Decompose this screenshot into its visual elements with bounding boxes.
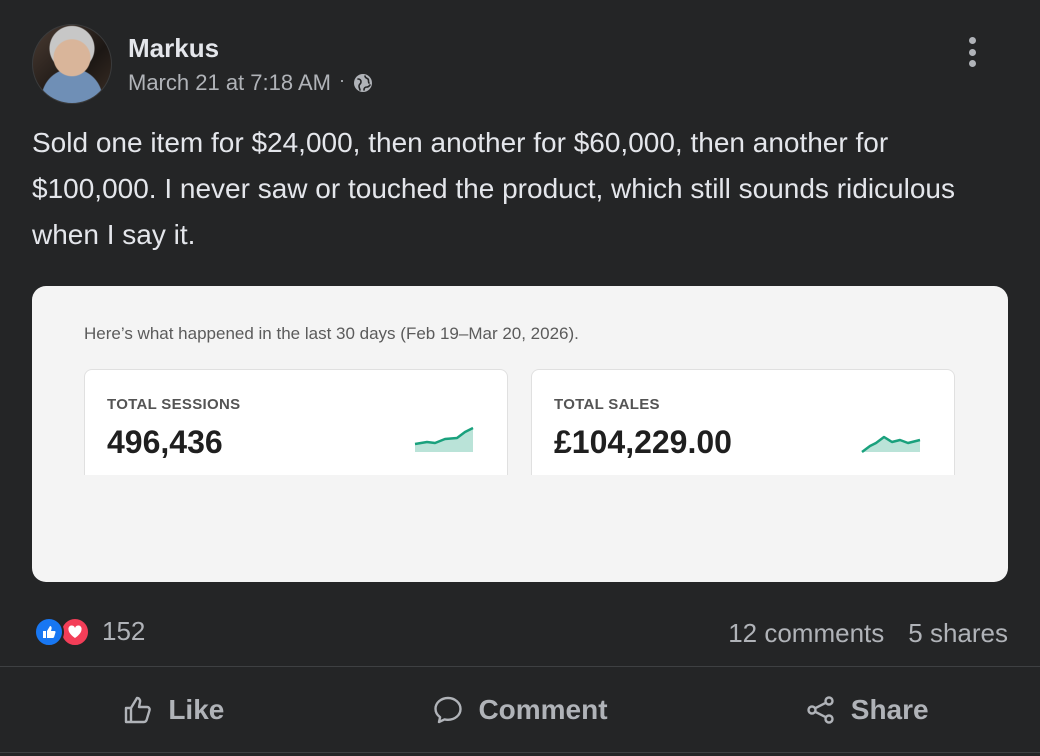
post-meta: March 21 at 7:18 AM · bbox=[128, 70, 373, 96]
like-button[interactable]: Like bbox=[0, 668, 347, 752]
more-dot bbox=[968, 48, 976, 56]
share-button[interactable]: Share bbox=[693, 668, 1040, 752]
total-sales-card: TOTAL SALES £104,229.00 bbox=[531, 369, 955, 475]
love-icon bbox=[60, 616, 90, 647]
sales-sparkline bbox=[861, 435, 921, 453]
share-icon bbox=[807, 696, 834, 724]
reaction-count: 152 bbox=[102, 616, 146, 646]
sessions-sparkline bbox=[414, 426, 474, 452]
more-dot bbox=[968, 60, 976, 67]
stat-label: TOTAL SALES bbox=[554, 396, 660, 413]
total-sessions-card: TOTAL SESSIONS 496,436 bbox=[84, 369, 508, 475]
more-options-button[interactable] bbox=[956, 34, 988, 70]
post-text: Sold one item for $24,000, then another … bbox=[32, 127, 955, 250]
thumbs-up-icon bbox=[125, 696, 152, 724]
like-label: Like bbox=[168, 694, 225, 725]
globe-icon[interactable] bbox=[353, 73, 373, 93]
shares-count-link[interactable]: 5 shares bbox=[908, 618, 1008, 649]
stat-value: 496,436 bbox=[107, 424, 223, 460]
engagement-counts: 12 comments 5 shares bbox=[728, 618, 1008, 649]
comment-button[interactable]: Comment bbox=[347, 668, 694, 752]
attached-screenshot[interactable]: Here’s what happened in the last 30 days… bbox=[32, 286, 1008, 582]
divider bbox=[0, 752, 1040, 753]
comments-count-link[interactable]: 12 comments bbox=[728, 618, 884, 649]
meta-separator: · bbox=[339, 69, 345, 90]
author-avatar[interactable] bbox=[32, 24, 112, 104]
stat-label: TOTAL SESSIONS bbox=[107, 396, 241, 413]
divider bbox=[0, 666, 1040, 667]
author-name[interactable]: Markus bbox=[128, 33, 219, 64]
comment-bubble-icon bbox=[434, 696, 463, 724]
action-bar: Like Comment Share bbox=[0, 668, 1040, 752]
comment-label: Comment bbox=[478, 694, 608, 725]
report-subtitle: Here’s what happened in the last 30 days… bbox=[84, 324, 579, 343]
share-label: Share bbox=[850, 694, 929, 725]
like-icon bbox=[34, 616, 64, 647]
more-dot bbox=[968, 37, 976, 44]
post-timestamp[interactable]: March 21 at 7:18 AM bbox=[128, 70, 331, 96]
stat-value: £104,229.00 bbox=[554, 424, 732, 460]
reaction-summary[interactable]: 152 bbox=[34, 616, 145, 647]
